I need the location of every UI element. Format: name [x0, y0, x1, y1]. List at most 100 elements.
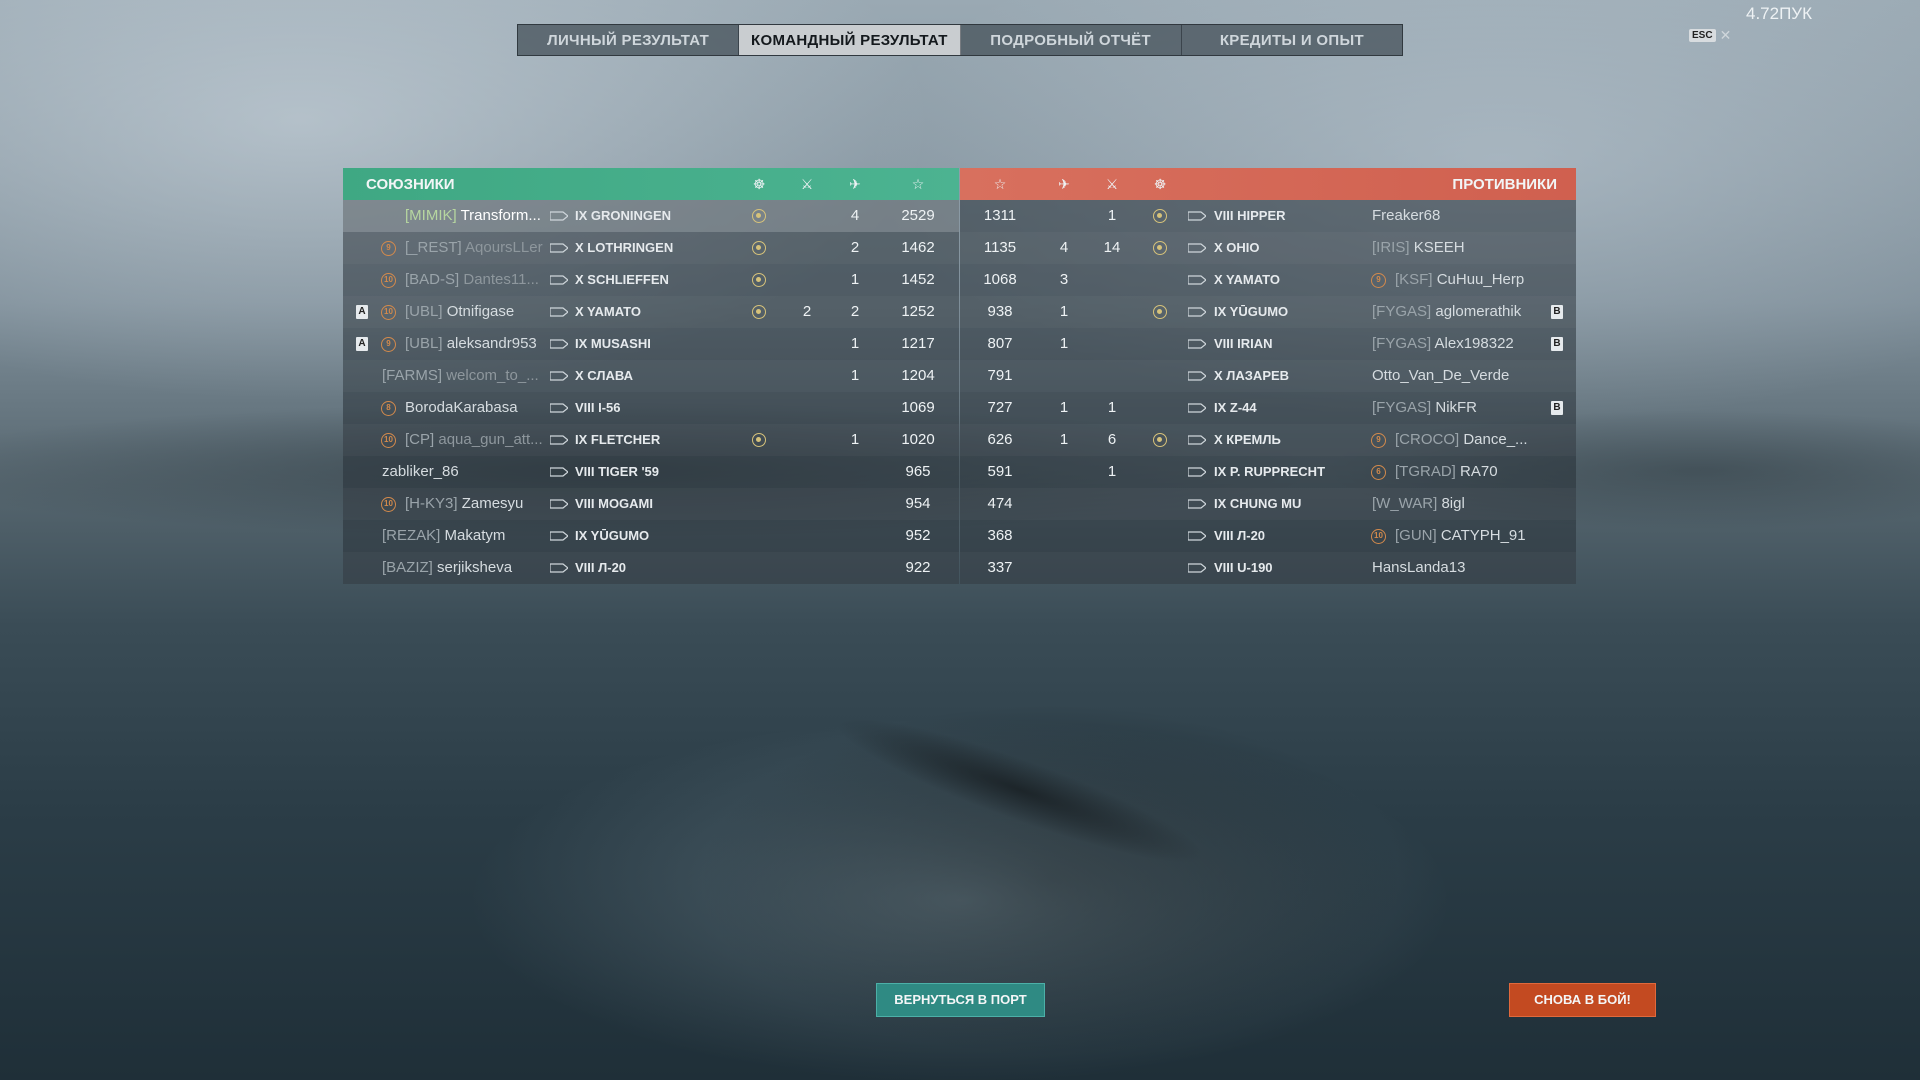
clan-tag: [FYGAS]: [1372, 335, 1432, 352]
laurel-medal-icon: ☸: [752, 175, 766, 192]
enemy-row[interactable]: 368 VIII Л-20 10 [GUN] CATYPH_91: [960, 520, 1576, 552]
planes-count: 2: [850, 303, 860, 320]
player-nickname: BorodaKarabasa: [405, 399, 518, 416]
score-value: 368: [987, 527, 1013, 544]
laurel-medal-icon: [752, 241, 766, 255]
clan-tag: [FYGAS]: [1372, 399, 1432, 416]
ship-name: IX YŪGUMO: [575, 528, 650, 543]
close-button[interactable]: ESC ✕: [1689, 27, 1731, 44]
tab-personal[interactable]: ЛИЧНЫЙ РЕЗУЛЬТАТ: [518, 25, 740, 55]
player-nickname: AqoursLLer: [465, 239, 543, 256]
ship-class-icon: [550, 499, 568, 509]
ally-row[interactable]: [MIMIK] Transform... IX GRONINGEN 4 2529: [343, 200, 959, 232]
player-name: [CROCO] Dance_...: [1395, 424, 1565, 456]
enemy-row[interactable]: 938 1 IX YŪGUMO [FYGAS] aglomerathik B: [960, 296, 1576, 328]
ship-name: X КРЕМЛЬ: [1214, 432, 1281, 447]
planes-count: 1: [850, 271, 860, 288]
enemy-row[interactable]: 591 1 IX P. RUPPRECHT 6 [TGRAD] RA70: [960, 456, 1576, 488]
ally-row[interactable]: 10 [BAD-S] Dantes11... X SCHLIEFFEN 1 1452: [343, 264, 959, 296]
player-nickname: CuHuu_Herp: [1436, 271, 1525, 288]
score-value: 922: [905, 559, 931, 576]
ship-name: X LOTHRINGEN: [575, 240, 674, 255]
rank-badge-icon: 6: [1371, 465, 1386, 480]
score-value: 591: [987, 463, 1013, 480]
clan-tag: [H-KY3]: [405, 495, 458, 512]
ping-readout: 4.72ПУК: [1745, 4, 1812, 23]
ship-name: VIII Л-20: [1214, 528, 1266, 543]
tab-credits-xp[interactable]: КРЕДИТЫ И ОПЫТ: [1182, 25, 1402, 55]
ship-class-icon: [550, 339, 568, 349]
enemy-row[interactable]: 1311 1 VIII HIPPER Freaker68: [960, 200, 1576, 232]
ally-row[interactable]: [BAZIZ] serjiksheva VIII Л-20 922: [343, 552, 959, 584]
clan-tag: [UBL]: [405, 335, 443, 352]
ship-name: VIII U-190: [1214, 560, 1273, 575]
player-name: Otto_Van_De_Verde: [1372, 360, 1542, 392]
player-name: [IRIS] KSEEH: [1372, 232, 1542, 264]
plane-icon: ✈: [849, 175, 861, 192]
enemy-row[interactable]: 807 1 VIII IRIAN [FYGAS] Alex198322 B: [960, 328, 1576, 360]
clan-tag: [REZAK]: [382, 527, 441, 544]
ship-class-icon: [1188, 211, 1206, 221]
ship-class-icon: [550, 371, 568, 381]
kills-count: [787, 520, 827, 552]
enemy-row[interactable]: 337 VIII U-190 HansLanda13: [960, 552, 1576, 584]
clan-tag: [CP]: [405, 431, 435, 448]
planes-count: 4: [850, 207, 860, 224]
ally-row[interactable]: 10 [CP] aqua_gun_att... IX FLETCHER 1 1020: [343, 424, 959, 456]
enemy-row[interactable]: 1068 3 X YAMATO 9 [KSF] CuHuu_Herp: [960, 264, 1576, 296]
ally-row[interactable]: 10 [H-KY3] Zamesyu VIII MOGAMI 954: [343, 488, 959, 520]
division-icon: B: [1551, 305, 1563, 319]
clan-tag: [UBL]: [405, 303, 443, 320]
ship-name: VIII IRIAN: [1214, 336, 1273, 351]
enemy-row[interactable]: 474 IX CHUNG MU [W_WAR] 8igl: [960, 488, 1576, 520]
ally-row[interactable]: 9 [_REST] AqoursLLer X LOTHRINGEN 2 1462: [343, 232, 959, 264]
planes-count: [835, 456, 875, 488]
laurel-medal-icon: [1153, 209, 1167, 223]
ship-class-icon: [550, 307, 568, 317]
kills-count: [1092, 552, 1132, 584]
enemy-row[interactable]: 791 X ЛАЗАРЕВ Otto_Van_De_Verde: [960, 360, 1576, 392]
enemy-row[interactable]: 1135 4 14 X OHIO [IRIS] KSEEH: [960, 232, 1576, 264]
enemy-row[interactable]: 626 1 6 X КРЕМЛЬ 9 [CROCO] Dance_...: [960, 424, 1576, 456]
division-icon: B: [1551, 337, 1563, 351]
planes-count: 1: [1059, 303, 1069, 320]
kills-count: [787, 328, 827, 360]
division-icon: A: [356, 305, 368, 319]
ally-row[interactable]: [REZAK] Makatym IX YŪGUMO 952: [343, 520, 959, 552]
clan-tag: [W_WAR]: [1372, 495, 1438, 512]
kills-count: [1092, 328, 1132, 360]
kills-count: [787, 200, 827, 232]
background-ship: [755, 644, 1285, 936]
ship-class-icon: [1188, 467, 1206, 477]
planes-count: 3: [1059, 271, 1069, 288]
clan-tag: [FARMS]: [382, 367, 443, 384]
ally-row[interactable]: A 9 [UBL] aleksandr953 IX MUSASHI 1 1217: [343, 328, 959, 360]
battle-again-button[interactable]: СНОВА В БОЙ!: [1509, 983, 1656, 1017]
player-nickname: serjiksheva: [437, 559, 513, 576]
planes-count: [835, 488, 875, 520]
player-name: [KSF] CuHuu_Herp: [1395, 264, 1565, 296]
player-name: Freaker68: [1372, 200, 1542, 232]
kills-count: [787, 552, 827, 584]
clan-tag: [CROCO]: [1395, 431, 1460, 448]
ally-row[interactable]: zabliker_86 VIII TIGER '59 965: [343, 456, 959, 488]
tab-team[interactable]: КОМАНДНЫЙ РЕЗУЛЬТАТ: [739, 25, 961, 55]
tab-detailed-report[interactable]: ПОДРОБНЫЙ ОТЧЁТ: [961, 25, 1182, 55]
return-to-port-button[interactable]: ВЕРНУТЬСЯ В ПОРТ: [876, 983, 1045, 1017]
score-value: 626: [987, 431, 1013, 448]
ally-row[interactable]: A 10 [UBL] Otnifigase X YAMATO 2 2 1252: [343, 296, 959, 328]
allies-header: СОЮЗНИКИ ☸ ⚔ ✈ ☆: [343, 168, 959, 200]
ally-row[interactable]: [FARMS] welcom_to_... X СЛАВА 1 1204: [343, 360, 959, 392]
clan-tag: [IRIS]: [1372, 239, 1410, 256]
kills-count: 6: [1107, 431, 1117, 448]
planes-count: 1: [850, 335, 860, 352]
ally-row[interactable]: 8 BorodaKarabasa VIII I-56 1069: [343, 392, 959, 424]
enemy-row[interactable]: 727 1 1 IX Z-44 [FYGAS] NikFR B: [960, 392, 1576, 424]
planes-count: [835, 552, 875, 584]
player-nickname: welcom_to_...: [446, 367, 539, 384]
laurel-medal-icon: [1153, 305, 1167, 319]
player-nickname: Freaker68: [1372, 207, 1441, 224]
ship-class-icon: [1188, 243, 1206, 253]
ship-class-icon: [550, 211, 568, 221]
kills-count: 1: [1107, 207, 1117, 224]
